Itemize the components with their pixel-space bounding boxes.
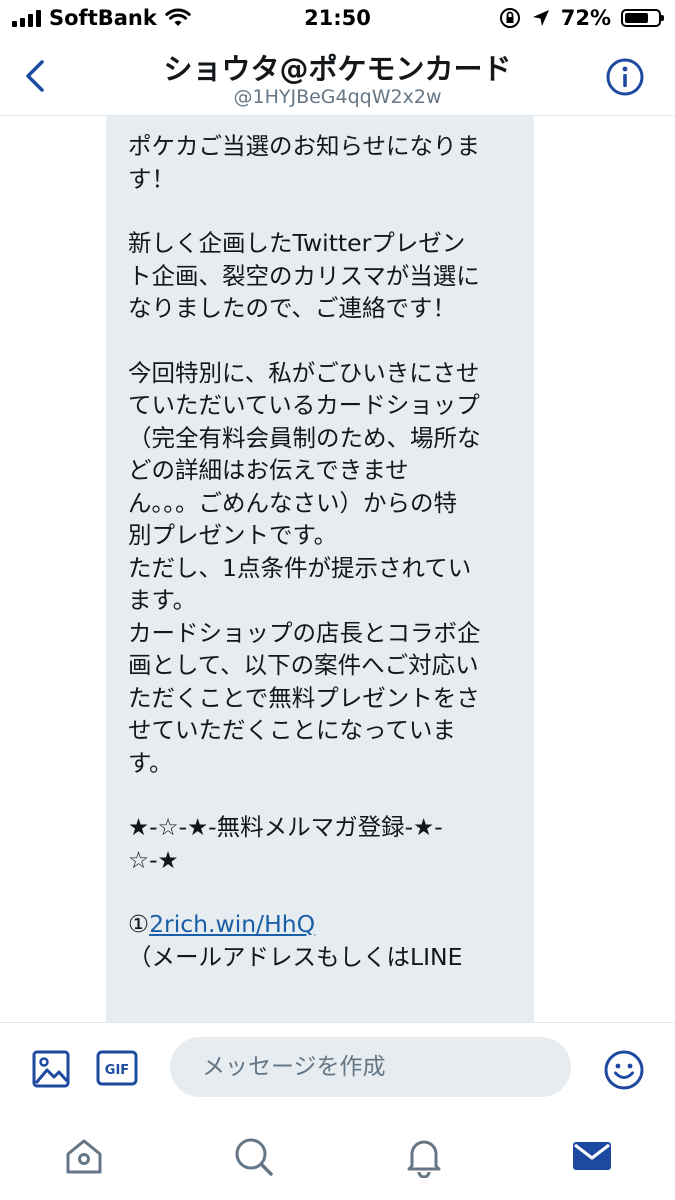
message-line: 別プレゼントです。 [128,521,338,549]
message-link[interactable]: 2rich.win/HhQ [149,910,315,938]
status-right: 72% [499,6,664,30]
notifications-icon[interactable] [402,1134,446,1178]
message-line [128,325,512,357]
gif-icon[interactable]: GIF [96,1050,138,1086]
tab-bar [0,1114,675,1200]
info-icon[interactable] [605,57,645,97]
location-icon [532,10,549,26]
home-icon[interactable] [62,1134,106,1178]
messages-icon[interactable] [570,1134,614,1178]
message-last-line: （メールアドレスもしくはLINE [128,942,463,971]
message-line: カードショップの店長とコラボ企 [128,618,481,647]
message-line [128,779,512,811]
message-thread[interactable]: ポケカご当選のお知らせになりま す！ 新しく企画したTwitterプレゼン ト企画、裂… [0,116,675,1022]
battery-icon [621,9,664,27]
message-line [128,195,512,227]
message-link-line: ①2rich.win/HhQ [128,908,512,941]
message-line: 画として、以下の案件へご対応い [128,651,479,679]
message-line: ポケカご当選のお知らせになりま [128,132,481,160]
message-text: ポケカご当選のお知らせになりま す！ 新しく企画したTwitterプレゼン ト企画、裂… [128,130,512,908]
message-line: す！ [128,164,175,193]
emoji-icon[interactable] [603,1049,645,1091]
battery-percent: 72% [560,6,611,30]
message-line: なりましたので、ご連絡です！ [128,294,457,322]
image-icon[interactable] [31,1049,71,1089]
orientation-lock-icon [499,8,520,28]
status-bar: SoftBank 21:50 72% [0,0,675,38]
message-line: ただくことで無料プレゼントをさ [128,683,480,712]
message-line: ん。。。ごめんなさい）からの特 [128,488,457,517]
message-line: 新しく企画したTwitterプレゼン [128,229,466,257]
message-line: 今回特別に、私がごひいきにさせ [128,358,480,387]
message-line: ただし、1点条件が提示されてい [128,553,472,582]
message-bubble[interactable]: ポケカご当選のお知らせになりま す！ 新しく企画したTwitterプレゼン ト企画、裂… [106,116,534,1022]
message-line: せていただくことになっていま [128,716,456,744]
message-input[interactable] [170,1037,571,1097]
message-line: ☆-★ [128,845,179,874]
message-line: す。 [128,748,173,777]
message-line [128,876,512,908]
conversation-header: ショウタ@ポケモンカード @1HYJBeG4qqW2x2w [0,38,675,116]
composer-bar: GIF [0,1022,675,1115]
message-line: ト企画、裂空のカリスマが当選に [128,261,480,290]
conversation-handle[interactable]: @1HYJBeG4qqW2x2w [0,86,675,108]
link-prefix: ① [128,910,150,938]
gif-label: GIF [105,1063,129,1078]
search-icon[interactable] [231,1134,275,1178]
message-line: ていただいているカードショップ [128,391,480,419]
message-line: ★-☆-★-無料メルマガ登録-★- [128,813,443,841]
message-line: ます。 [128,586,197,614]
conversation-title[interactable]: ショウタ@ポケモンカード [0,46,675,88]
message-line: （完全有料会員制のため、場所な [128,423,481,452]
message-line: どの詳細はお伝えできませ [128,456,409,484]
